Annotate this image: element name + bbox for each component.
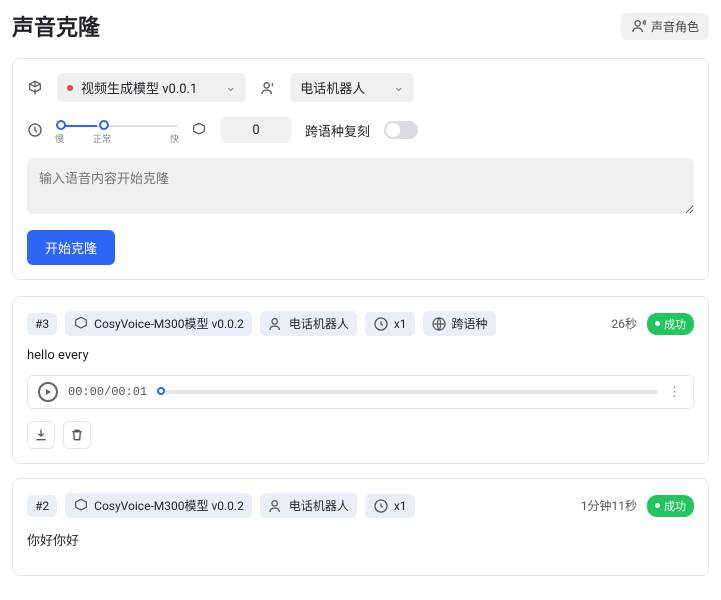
speed-slider[interactable]: 慢 正常 快 xyxy=(57,116,177,144)
pitch-icon xyxy=(191,122,207,138)
model-tag: CosyVoice-M300模型 v0.0.2 xyxy=(65,493,252,518)
model-select-value: 视频生成模型 v0.0.1 xyxy=(81,78,197,97)
time-display: 00:00/00:01 xyxy=(68,385,147,399)
voice-icon xyxy=(260,80,276,96)
model-select[interactable]: 视频生成模型 v0.0.1 ⌄ xyxy=(57,73,246,102)
slider-min-label: 慢 xyxy=(55,132,64,145)
person-icon xyxy=(268,498,284,514)
index-tag: #3 xyxy=(27,313,57,335)
model-icon xyxy=(27,80,43,96)
text-input[interactable] xyxy=(27,158,694,214)
gauge-icon xyxy=(373,498,389,514)
number-input[interactable]: 0 xyxy=(221,117,291,143)
speed-tag: x1 xyxy=(365,312,415,336)
page-title: 声音克隆 xyxy=(12,10,100,42)
model-tag: CosyVoice-M300模型 v0.0.2 xyxy=(65,311,252,336)
chevron-down-icon: ⌄ xyxy=(393,80,404,95)
result-card: #3 CosyVoice-M300模型 v0.0.2 电话机器人 x1 跨语种 … xyxy=(12,296,709,464)
cross-lang-tag: 跨语种 xyxy=(423,311,496,336)
play-button[interactable] xyxy=(38,382,58,402)
result-card: #2 CosyVoice-M300模型 v0.0.2 电话机器人 x1 1分钟1… xyxy=(12,478,709,576)
more-icon[interactable]: ⋮ xyxy=(668,385,683,400)
gauge-icon xyxy=(373,316,389,332)
speed-icon xyxy=(27,122,43,138)
user-voice-icon xyxy=(631,18,647,34)
status-dot-icon xyxy=(67,85,73,91)
duration-label: 26秒 xyxy=(612,315,638,332)
voice-select[interactable]: 电话机器人 ⌄ xyxy=(290,73,414,102)
person-icon xyxy=(268,316,284,332)
delete-button[interactable] xyxy=(63,421,91,449)
globe-icon xyxy=(431,316,447,332)
slider-mid-label: 正常 xyxy=(93,132,111,145)
trash-icon xyxy=(69,427,85,443)
voice-role-label: 声音角色 xyxy=(651,18,699,35)
start-clone-button[interactable]: 开始克隆 xyxy=(27,230,115,265)
result-text: 你好你好 xyxy=(27,530,694,549)
voice-role-button[interactable]: 声音角色 xyxy=(621,13,709,40)
config-panel: 视频生成模型 v0.0.1 ⌄ 电话机器人 ⌄ 慢 正常 快 0 跨语种复刻 开… xyxy=(12,58,709,280)
result-text: hello every xyxy=(27,348,694,363)
cube-icon xyxy=(73,498,89,514)
cross-lang-label: 跨语种复刻 xyxy=(305,121,370,140)
chevron-down-icon: ⌄ xyxy=(225,80,236,95)
status-badge: 成功 xyxy=(647,313,694,335)
cube-icon xyxy=(73,316,89,332)
index-tag: #2 xyxy=(27,495,57,517)
status-badge: 成功 xyxy=(647,495,694,517)
progress-bar[interactable] xyxy=(157,390,658,394)
voice-select-value: 电话机器人 xyxy=(300,78,365,97)
voice-tag: 电话机器人 xyxy=(260,493,357,518)
duration-label: 1分钟11秒 xyxy=(581,497,637,514)
download-button[interactable] xyxy=(27,421,55,449)
audio-player: 00:00/00:01 ⋮ xyxy=(27,375,694,409)
cross-lang-toggle[interactable] xyxy=(384,121,418,139)
download-icon xyxy=(33,427,49,443)
speed-tag: x1 xyxy=(365,494,415,518)
voice-tag: 电话机器人 xyxy=(260,311,357,336)
slider-max-label: 快 xyxy=(170,132,179,145)
